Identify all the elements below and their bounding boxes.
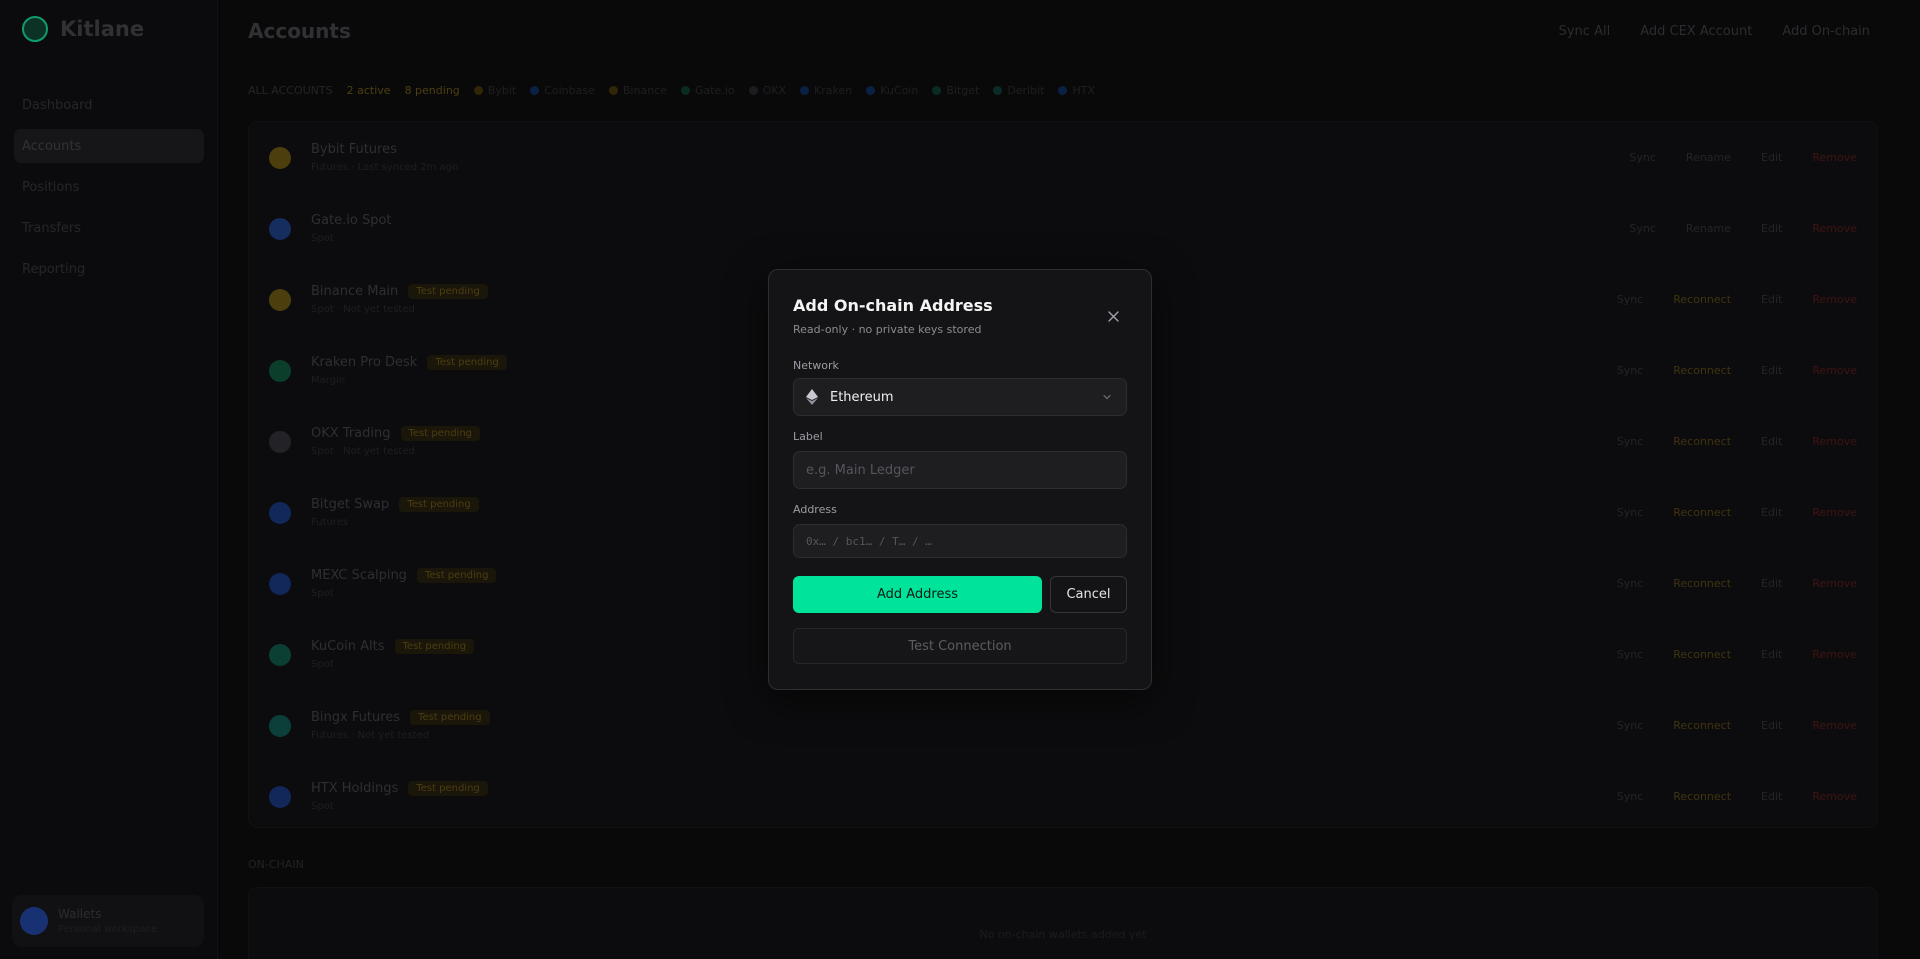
close-icon (1107, 310, 1119, 322)
modal-title: Add On-chain Address (793, 296, 993, 315)
app-root: Kitlane Dashboard Accounts Positions Tra… (0, 0, 1920, 959)
network-selected-value: Ethereum (830, 389, 894, 405)
label-input[interactable] (793, 451, 1127, 489)
modal-subtitle: Read-only · no private keys stored (793, 323, 982, 336)
chevron-down-icon (1102, 391, 1114, 403)
close-button[interactable] (1103, 306, 1123, 326)
address-field-label: Address (793, 503, 837, 516)
add-onchain-address-modal: Add On-chain Address Read-only · no priv… (768, 269, 1152, 690)
cancel-button[interactable]: Cancel (1050, 576, 1127, 613)
ethereum-icon (806, 389, 820, 405)
test-connection-button[interactable]: Test Connection (793, 628, 1127, 664)
add-address-button[interactable]: Add Address (793, 576, 1042, 613)
network-select[interactable]: Ethereum (793, 378, 1127, 416)
network-label: Network (793, 359, 839, 372)
address-input[interactable] (793, 524, 1127, 558)
label-field-label: Label (793, 430, 823, 443)
